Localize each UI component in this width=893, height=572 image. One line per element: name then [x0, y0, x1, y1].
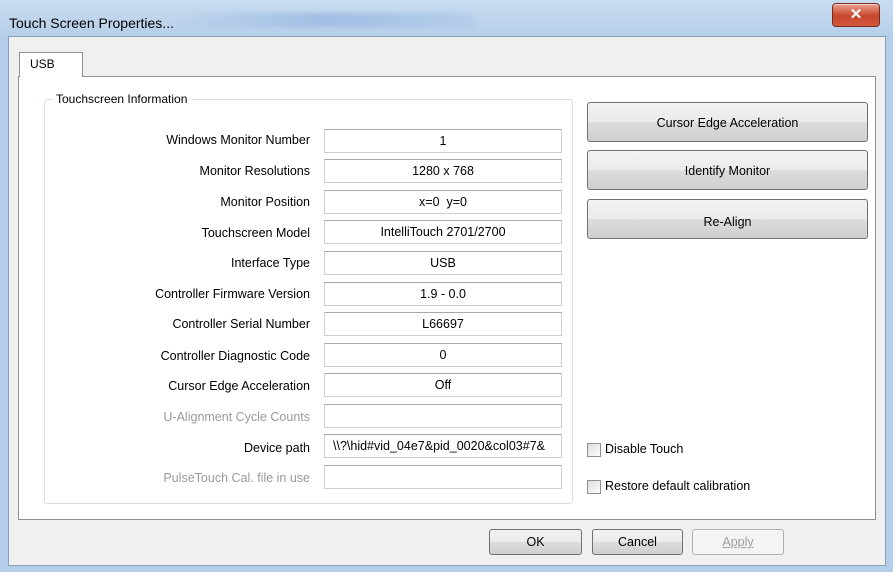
field-label-monitor-position: Monitor Position	[220, 195, 310, 209]
serial-number-field[interactable]: L66697	[324, 312, 562, 336]
monitor-number-field[interactable]: 1	[324, 129, 562, 153]
cursor-edge-field[interactable]: Off	[324, 373, 562, 397]
field-label-interface-type: Interface Type	[231, 256, 310, 270]
field-label-cursor-edge: Cursor Edge Acceleration	[168, 379, 310, 393]
cursor-edge-acceleration-button[interactable]: Cursor Edge Acceleration	[587, 102, 868, 142]
field-label-diagnostic-code: Controller Diagnostic Code	[160, 349, 310, 363]
close-icon[interactable]: ✕	[832, 3, 880, 27]
diagnostic-code-field[interactable]: 0	[324, 343, 562, 367]
field-label-monitor-resolutions: Monitor Resolutions	[199, 164, 310, 178]
field-label-touchscreen-model: Touchscreen Model	[201, 226, 310, 240]
re-align-button[interactable]: Re-Align	[587, 199, 868, 239]
field-label-monitor-number: Windows Monitor Number	[166, 133, 310, 147]
group-title: Touchscreen Information	[52, 92, 192, 106]
touchscreen-model-field[interactable]: IntelliTouch 2701/2700	[324, 220, 562, 244]
restore-calibration-label[interactable]: Restore default calibration	[605, 479, 750, 493]
window-title: Touch Screen Properties...	[9, 15, 174, 31]
properties-window: Touch Screen Properties... ✕ USB Touchsc…	[0, 0, 893, 572]
field-label-firmware-version: Controller Firmware Version	[155, 287, 310, 301]
field-label-u-alignment: U-Alignment Cycle Counts	[163, 410, 310, 424]
pulsetouch-file-field[interactable]	[324, 465, 562, 489]
interface-type-field[interactable]: USB	[324, 251, 562, 275]
apply-button[interactable]: Apply	[692, 529, 784, 555]
restore-calibration-checkbox[interactable]	[587, 480, 601, 494]
apply-button-label: Apply	[722, 535, 754, 549]
monitor-resolutions-field[interactable]: 1280 x 768	[324, 159, 562, 183]
ok-button[interactable]: OK	[489, 529, 582, 555]
tab-usb[interactable]: USB	[19, 52, 83, 77]
monitor-position-field[interactable]: x=0 y=0	[324, 190, 562, 214]
disable-touch-label[interactable]: Disable Touch	[605, 442, 683, 456]
field-label-device-path: Device path	[243, 441, 310, 455]
u-alignment-field[interactable]	[324, 404, 562, 428]
field-label-serial-number: Controller Serial Number	[172, 317, 310, 331]
disable-touch-checkbox[interactable]	[587, 443, 601, 457]
cancel-button[interactable]: Cancel	[592, 529, 683, 555]
device-path-field[interactable]: \\?\hid#vid_04e7&pid_0020&col03#7&	[324, 434, 562, 458]
field-label-pulsetouch-file: PulseTouch Cal. file in use	[163, 471, 310, 485]
firmware-version-field[interactable]: 1.9 - 0.0	[324, 282, 562, 306]
identify-monitor-button[interactable]: Identify Monitor	[587, 150, 868, 190]
title-bar-glass	[175, 13, 475, 27]
